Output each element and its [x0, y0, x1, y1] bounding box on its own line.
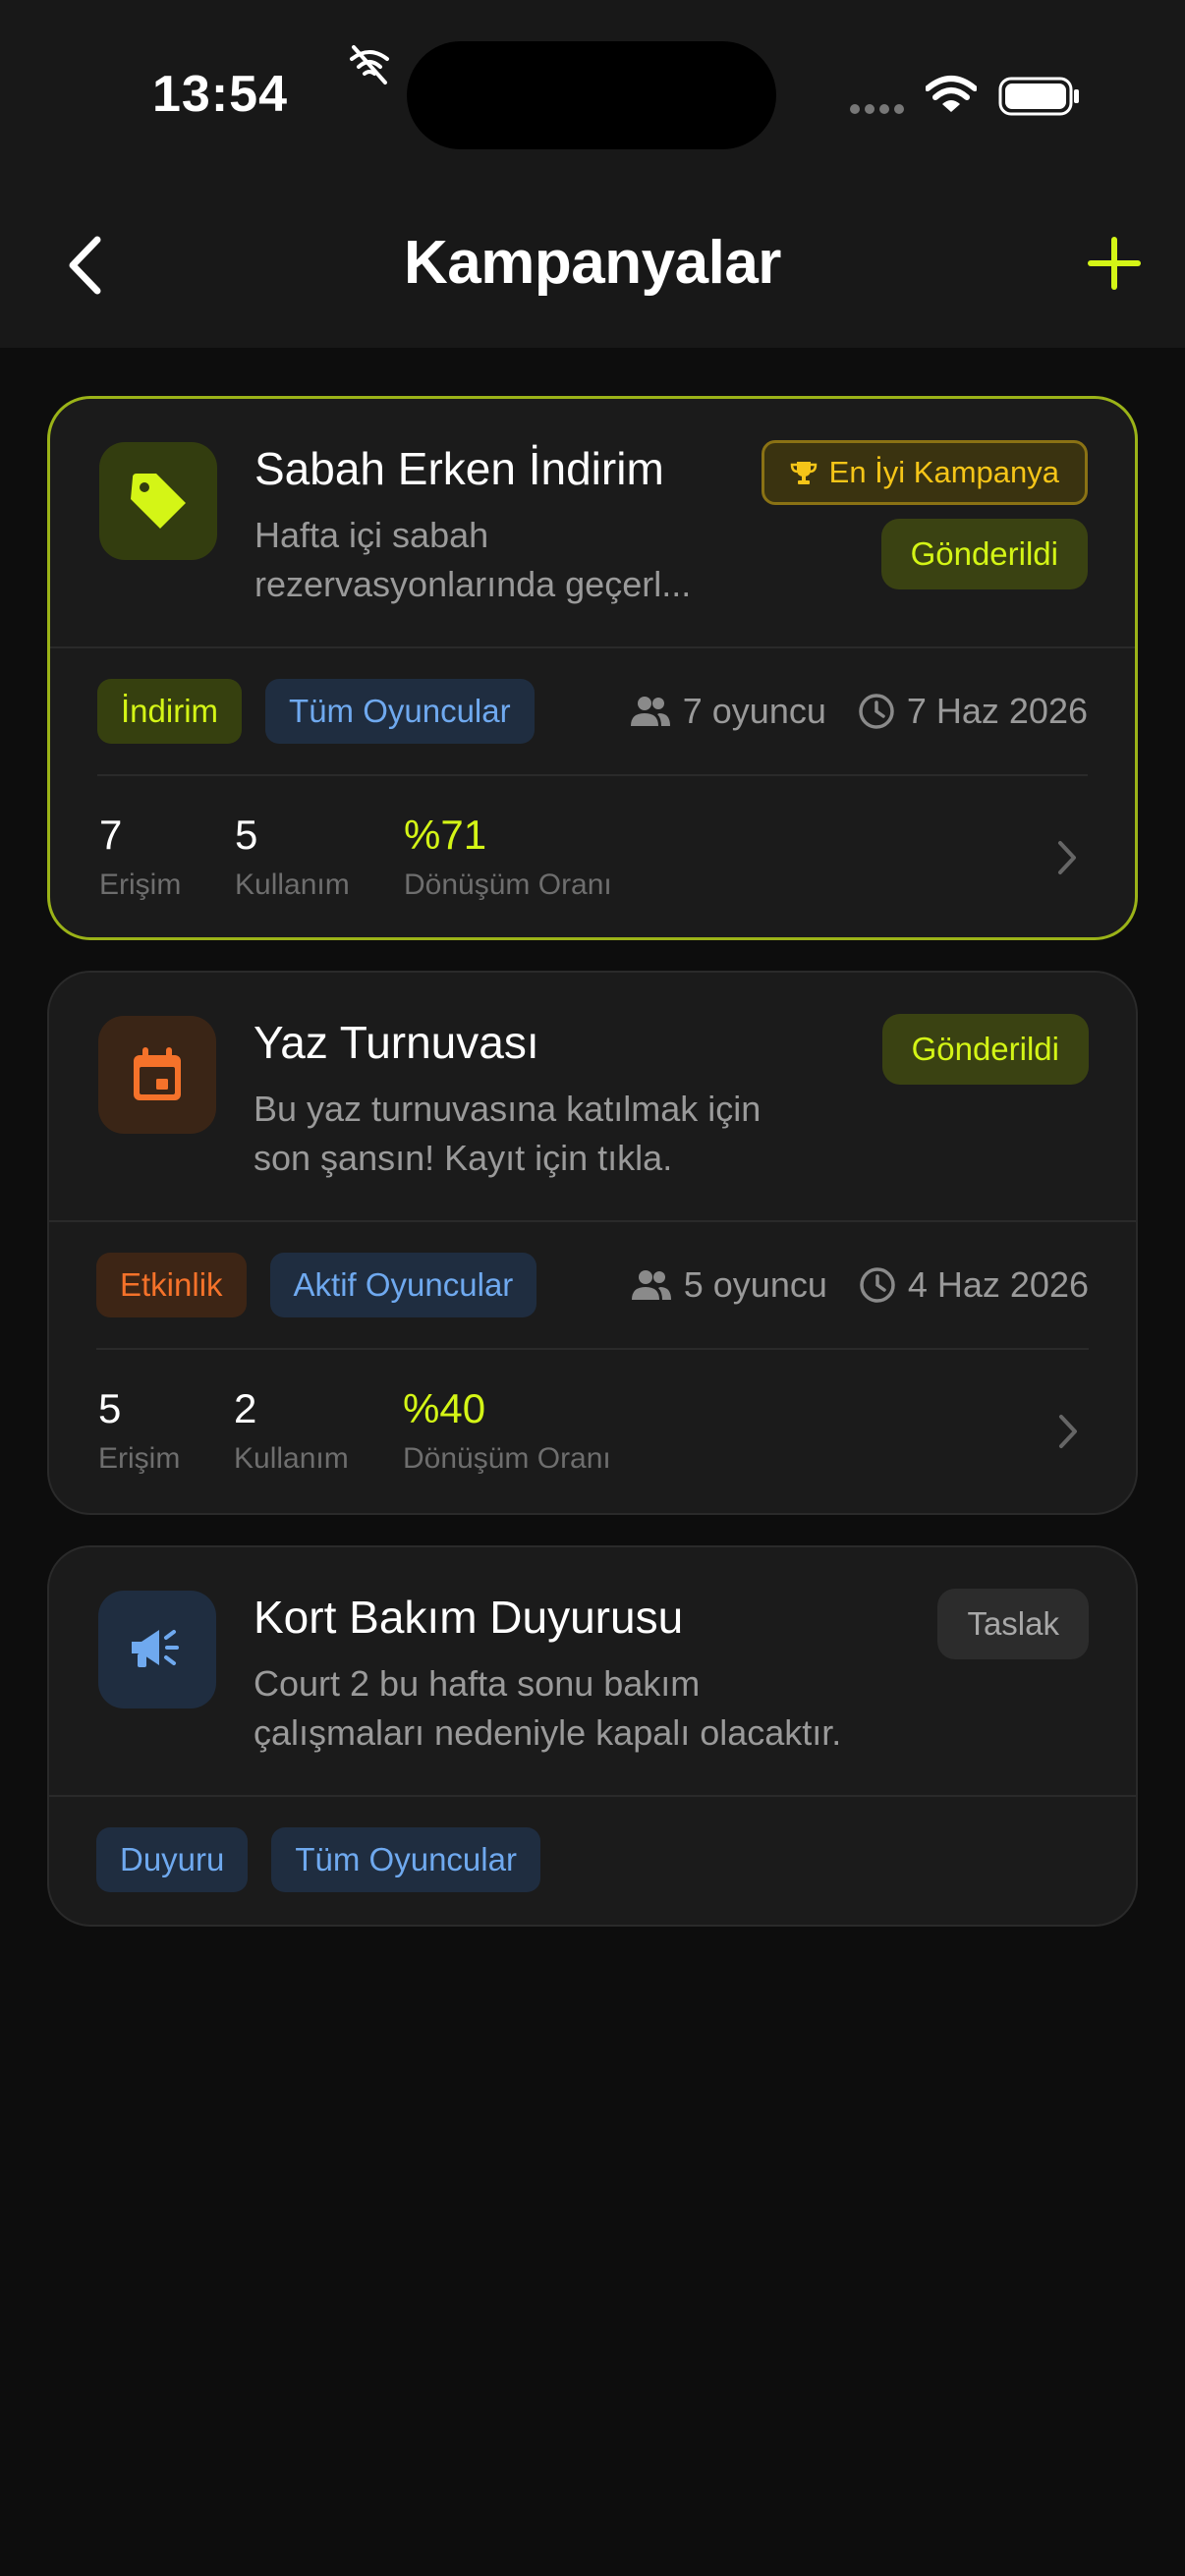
campaign-icon-box — [98, 1591, 216, 1708]
usage-label: Kullanım — [234, 1442, 349, 1475]
status-badge: Gönderildi — [881, 1014, 1089, 1085]
battery-icon — [998, 77, 1079, 116]
megaphone-icon — [132, 1630, 179, 1667]
campaign-card[interactable]: Sabah Erken İndirim Hafta içi sabah reze… — [47, 396, 1138, 940]
people-icon — [631, 1270, 671, 1300]
top-bar: 13:54 Kampanyalar — [0, 0, 1185, 348]
trophy-icon — [790, 462, 817, 484]
audience-tag: Aktif Oyuncular — [269, 1253, 537, 1317]
campaign-description: Hafta içi sabah rezervasyonlarında geçer… — [254, 511, 844, 609]
campaign-icon-box — [98, 1016, 216, 1134]
campaign-title: Yaz Turnuvası — [254, 1017, 539, 1068]
campaign-card[interactable]: Kort Bakım Duyurusu Court 2 bu hafta son… — [47, 1545, 1138, 1927]
player-count: 5 oyuncu — [683, 1264, 827, 1305]
reach-value: 5 — [98, 1385, 122, 1431]
calendar-icon — [134, 1047, 181, 1100]
audience-tag: Tüm Oyuncular — [265, 679, 535, 744]
description-line: rezervasyonlarında geçerl... — [254, 564, 692, 604]
clock-icon — [860, 1267, 895, 1303]
tag-icon — [131, 474, 186, 529]
add-campaign-button[interactable] — [1087, 236, 1142, 291]
campaign-icon-box — [99, 442, 217, 560]
conversion-stat: %71 Dönüşüm Oranı — [404, 810, 612, 902]
description-line: Court 2 bu hafta sonu bakım — [254, 1663, 701, 1704]
status-badge: Taslak — [937, 1589, 1089, 1659]
usage-stat: 5 Kullanım — [235, 810, 350, 902]
campaign-card[interactable]: Yaz Turnuvası Bu yaz turnuvasına katılma… — [47, 971, 1138, 1515]
signal-dots-icon — [850, 104, 904, 114]
conversion-label: Dönüşüm Oranı — [403, 1442, 611, 1475]
wifi-off-icon — [350, 45, 389, 84]
chevron-right-icon[interactable] — [1052, 835, 1082, 880]
wifi-icon — [926, 76, 977, 112]
chevron-right-icon[interactable] — [1053, 1409, 1083, 1454]
audience-tag: Tüm Oyuncular — [271, 1827, 540, 1892]
page-title: Kampanyalar — [404, 229, 781, 297]
conversion-stat: %40 Dönüşüm Oranı — [403, 1383, 611, 1476]
conversion-value: %71 — [404, 812, 487, 858]
type-tag: Duyuru — [96, 1827, 249, 1892]
conversion-label: Dönüşüm Oranı — [404, 868, 612, 901]
usage-label: Kullanım — [235, 868, 350, 901]
campaign-title: Kort Bakım Duyurusu — [254, 1592, 684, 1643]
people-icon — [630, 697, 670, 726]
campaign-title: Sabah Erken İndirim — [254, 443, 664, 494]
reach-value: 7 — [99, 812, 123, 858]
campaign-description: Court 2 bu hafta sonu bakım çalışmaları … — [254, 1659, 843, 1758]
campaign-description: Bu yaz turnuvasına katılmak için son şan… — [254, 1085, 843, 1183]
reach-stat: 7 Erişim — [99, 810, 181, 902]
description-line: Bu yaz turnuvasına katılmak için — [254, 1089, 762, 1129]
usage-stat: 2 Kullanım — [234, 1383, 349, 1476]
description-line: çalışmaları nedeniyle kapalı olacaktır. — [254, 1712, 842, 1753]
best-campaign-badge: En İyi Kampanya — [761, 440, 1088, 505]
usage-value: 2 — [234, 1385, 257, 1431]
usage-value: 5 — [235, 812, 258, 858]
conversion-value: %40 — [403, 1385, 486, 1431]
reach-label: Erişim — [99, 868, 182, 901]
clock-icon — [859, 694, 894, 729]
reach-stat: 5 Erişim — [98, 1383, 180, 1476]
description-line: son şansın! Kayıt için tıkla. — [254, 1138, 673, 1178]
status-badge: Gönderildi — [880, 519, 1088, 589]
type-tag: İndirim — [97, 679, 243, 744]
player-count: 7 oyuncu — [682, 691, 826, 731]
stats-row: 5 Erişim 2 Kullanım %40 Dönüşüm Oranı — [49, 1350, 1136, 1513]
campaigns-screen: 13:54 Kampanyalar Sabah Erken İndirim Ha… — [0, 0, 1185, 2576]
campaign-date: 7 Haz 2026 — [906, 691, 1088, 731]
description-line: Hafta içi sabah — [254, 515, 489, 555]
status-time: 13:54 — [152, 66, 288, 123]
reach-label: Erişim — [98, 1442, 181, 1475]
type-tag: Etkinlik — [96, 1253, 247, 1317]
stats-row: 7 Erişim 5 Kullanım %71 Dönüşüm Oranı — [50, 776, 1135, 937]
best-badge-label: En İyi Kampanya — [828, 455, 1059, 489]
dynamic-island — [407, 41, 776, 149]
campaign-date: 4 Haz 2026 — [907, 1264, 1089, 1305]
